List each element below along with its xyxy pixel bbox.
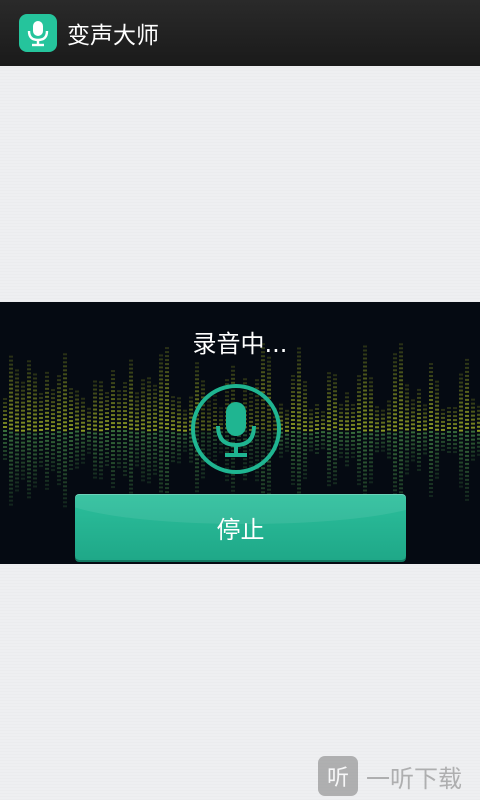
stop-button-label: 停止 [216,515,265,544]
watermark: 听 一听下载 [318,752,480,800]
stop-button[interactable]: 停止 [75,494,406,560]
recording-status: 录音中... [192,330,288,358]
watermark-badge: 听 [318,756,358,796]
watermark-text: 一听下载 [366,764,462,793]
microphone-icon[interactable] [19,14,57,52]
action-bar: 变声大师 [0,0,480,68]
app-title: 变声大师 [67,23,159,49]
recording-panel: 录音中... 停止 [0,302,480,564]
microphone-icon [191,384,281,474]
